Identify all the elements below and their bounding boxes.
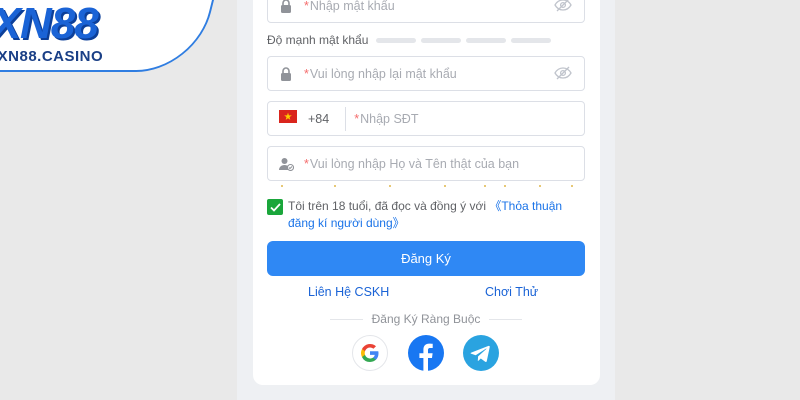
phone-country-code[interactable]: +84: [308, 112, 329, 126]
google-icon[interactable]: [352, 335, 388, 371]
strength-label: Độ mạnh mật khẩu: [267, 33, 369, 47]
register-button[interactable]: Đăng Ký: [267, 241, 585, 276]
phone-placeholder: Nhập SĐT: [360, 111, 419, 126]
confirm-placeholder: Vui lòng nhập lại mật khẩu: [309, 66, 457, 81]
password-placeholder: Nhập mật khẩu: [309, 0, 395, 13]
fullname-placeholder: Vui lòng nhập Họ và Tên thật của bạn: [309, 156, 520, 171]
facebook-icon[interactable]: [408, 335, 444, 371]
eye-off-icon[interactable]: [554, 66, 572, 85]
social-label: Đăng Ký Ràng Buộc: [371, 312, 481, 326]
agreement-checkbox[interactable]: [267, 199, 283, 215]
agreement: Tôi trên 18 tuổi, đã đọc và đồng ý với 《…: [267, 198, 587, 232]
dotted-divider: [281, 185, 573, 187]
vietnam-flag-icon[interactable]: [279, 109, 297, 128]
strength-bar: [376, 37, 417, 43]
strength-bar: [466, 37, 507, 43]
confirm-password-field[interactable]: * Vui lòng nhập lại mật khẩu: [267, 56, 585, 91]
trial-link[interactable]: Chơi Thử: [485, 285, 538, 299]
logo-badge: XN88 XN88.CASINO: [0, 0, 224, 72]
lock-icon: [268, 0, 304, 13]
phone-field[interactable]: +84 * Nhập SĐT: [267, 101, 585, 136]
divider: [345, 106, 347, 131]
fullname-field[interactable]: * Vui lòng nhập Họ và Tên thật của bạn: [267, 146, 585, 181]
password-field[interactable]: * Nhập mật khẩu: [267, 0, 585, 23]
eye-off-icon[interactable]: [554, 0, 572, 17]
strength-bar: [511, 37, 552, 43]
user-check-icon: [268, 157, 304, 171]
agreement-text: Tôi trên 18 tuổi, đã đọc và đồng ý với: [288, 199, 490, 213]
password-strength: Độ mạnh mật khẩu: [267, 33, 556, 47]
support-link[interactable]: Liên Hệ CSKH: [308, 285, 389, 299]
strength-bar: [421, 37, 462, 43]
social-divider: Đăng Ký Ràng Buộc: [330, 312, 523, 326]
logo-subtext: XN88.CASINO: [0, 48, 104, 65]
telegram-icon[interactable]: [463, 335, 499, 371]
logo-text: XN88: [0, 0, 98, 48]
lock-icon: [268, 66, 304, 81]
